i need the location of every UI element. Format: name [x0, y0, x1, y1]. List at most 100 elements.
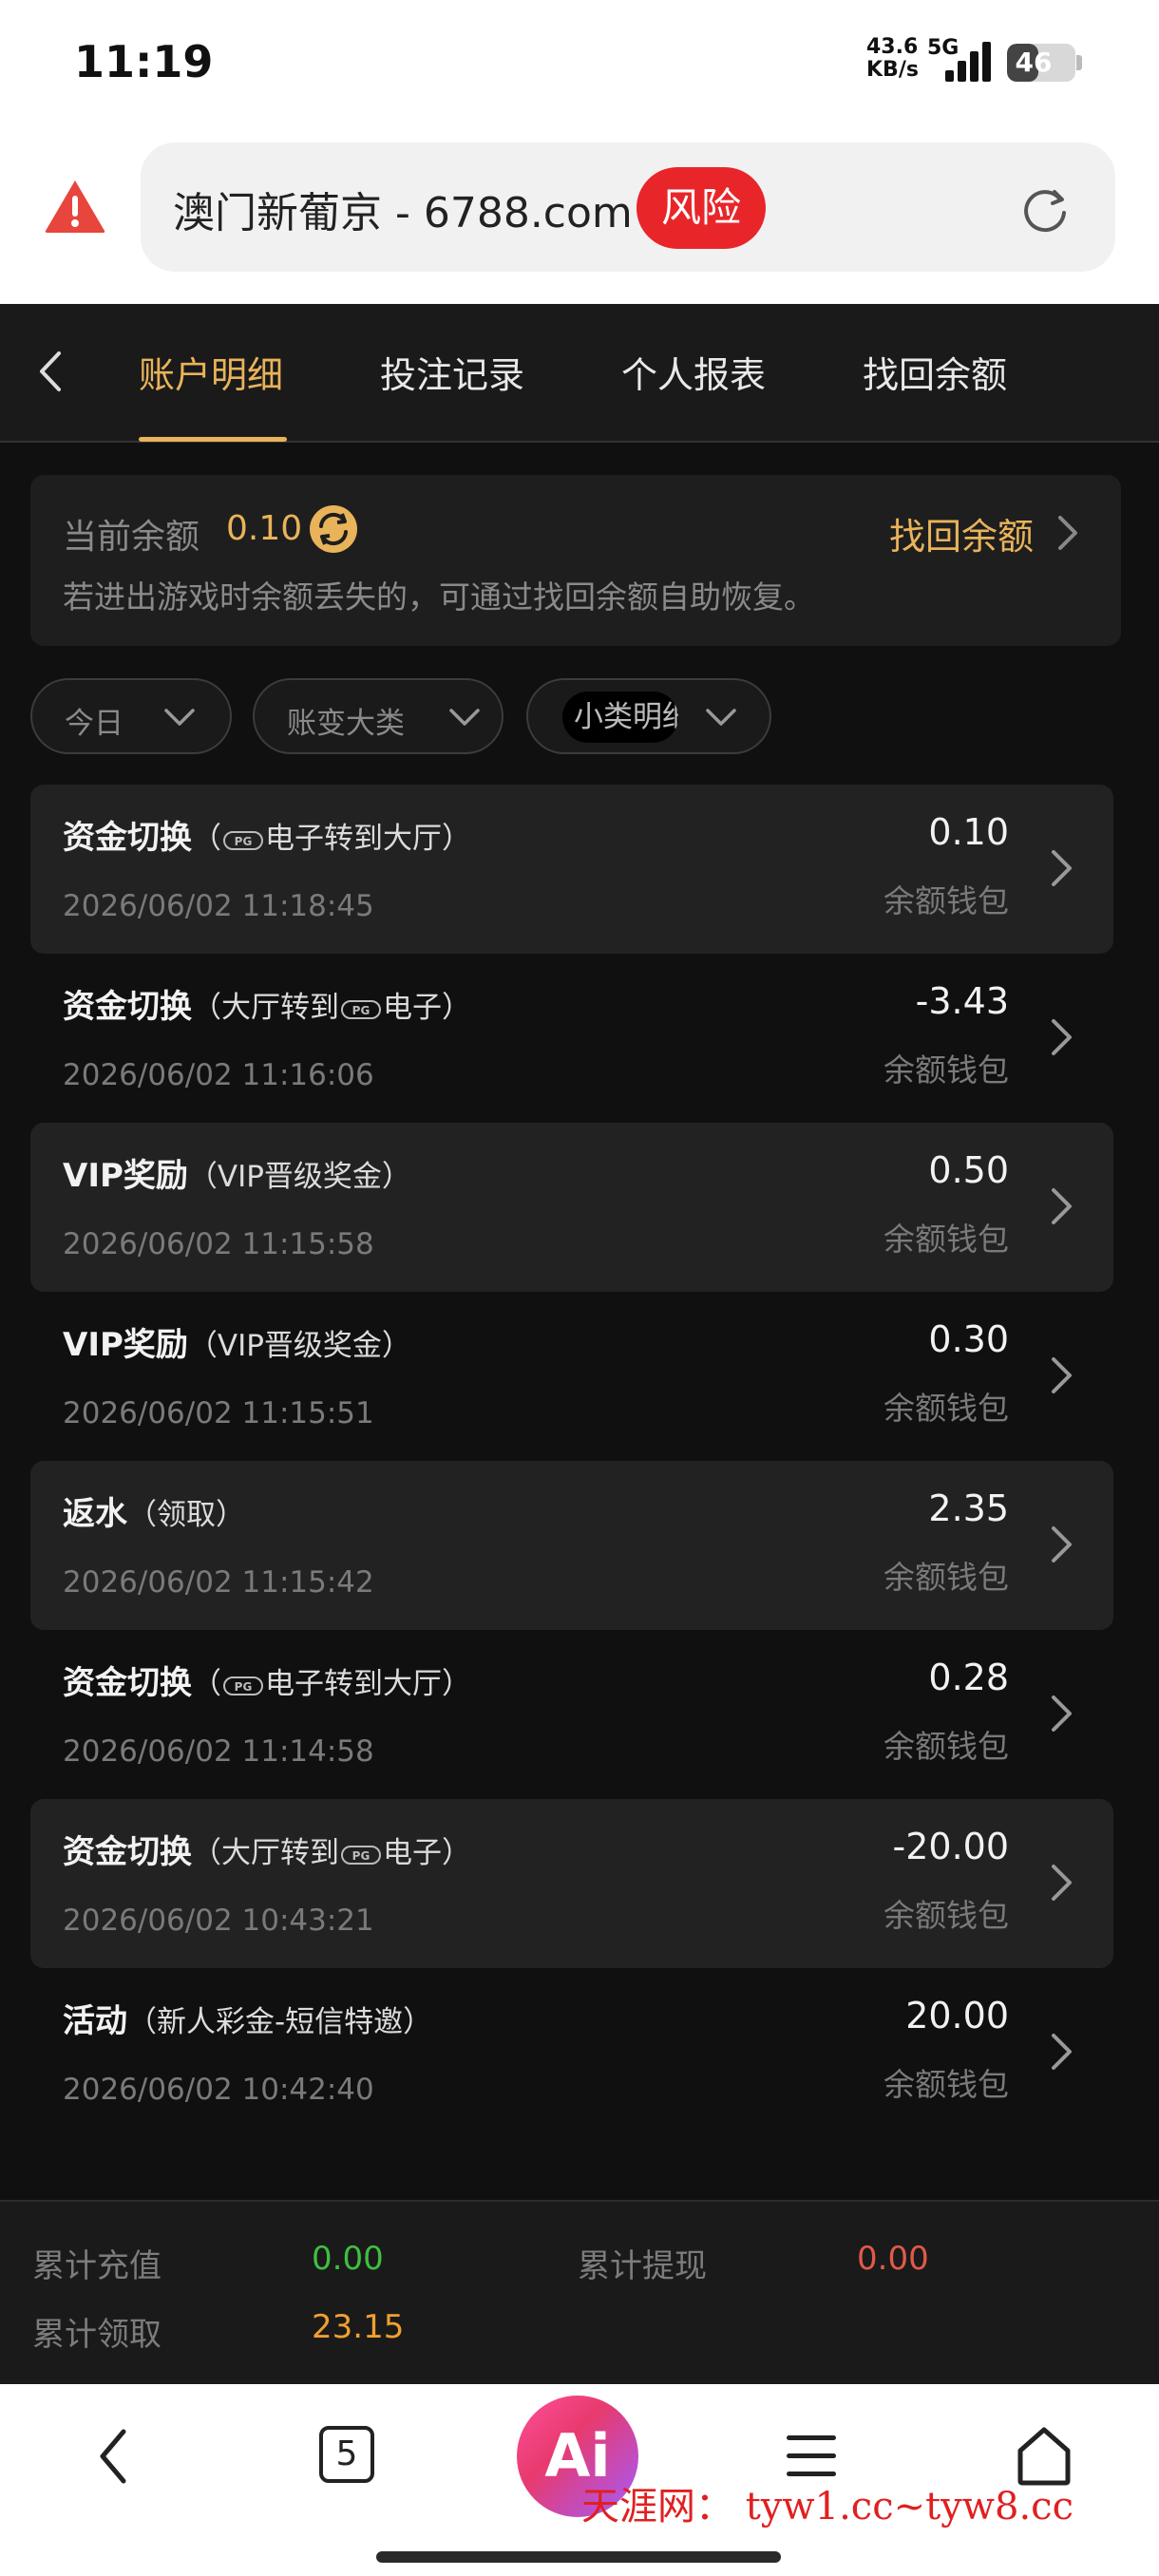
- chevron-right-icon: [1052, 1357, 1072, 1393]
- total-withdraw-value: 0.00: [857, 2240, 929, 2278]
- chevron-right-icon: [1052, 1695, 1072, 1732]
- transaction-amount: 0.50: [928, 1149, 1009, 1191]
- battery-tip: [1076, 55, 1082, 70]
- tab-bet-records[interactable]: 投注记录: [380, 346, 524, 398]
- watermark-text: 天涯网： tyw1.cc~tyw8.cc: [581, 2485, 1074, 2529]
- transaction-time: 2026/06/02 11:15:58: [63, 1227, 374, 1261]
- transaction-title: 资金切换（大厅转到 PG 电子）: [63, 988, 471, 1026]
- tab-account-details[interactable]: 账户明细: [139, 346, 283, 398]
- address-bar[interactable]: 澳门新葡京 - 6788.com 风险: [141, 142, 1115, 272]
- total-claimed-label: 累计领取: [32, 2316, 162, 2354]
- filter-subcategory[interactable]: 小类明细: [526, 678, 771, 754]
- transaction-wallet: 余额钱包: [884, 1559, 1009, 1596]
- chevron-right-icon: [1052, 1865, 1072, 1901]
- menu-icon[interactable]: [785, 2432, 838, 2481]
- pg-logo-icon: PG: [341, 1845, 381, 1865]
- transaction-wallet: 余额钱包: [884, 2066, 1009, 2103]
- transaction-row[interactable]: 返水（领取） 2026/06/02 11:15:42 2.35 余额钱包: [30, 1461, 1113, 1630]
- tab-bar: 账户明细 投注记录 个人报表 找回余额: [0, 304, 1159, 443]
- transaction-time: 2026/06/02 11:15:42: [63, 1565, 374, 1600]
- transaction-row[interactable]: 资金切换（大厅转到 PG 电子） 2026/06/02 11:16:06 -3.43…: [30, 954, 1113, 1123]
- transaction-time: 2026/06/02 11:16:06: [63, 1058, 374, 1092]
- tab-count-icon[interactable]: 5: [319, 2426, 374, 2483]
- risk-badge: 风险: [636, 167, 766, 249]
- recover-balance-link[interactable]: 找回余额: [889, 507, 1034, 559]
- signal-icon: [945, 40, 993, 82]
- url-text[interactable]: 澳门新葡京 - 6788.com: [173, 179, 633, 239]
- chevron-right-icon: [1052, 850, 1072, 886]
- chevron-right-icon: [1052, 2034, 1072, 2070]
- balance-note: 若进出游戏时余额丢失的，可通过找回余额自助恢复。: [63, 578, 815, 616]
- chevron-right-icon: [1052, 1526, 1072, 1563]
- transaction-title: 资金切换（ PG 电子转到大厅）: [63, 1664, 471, 1702]
- transaction-amount: 2.35: [928, 1487, 1009, 1529]
- summary-footer: 累计充值 0.00 累计提现 0.00 累计领取 23.15: [0, 2200, 1159, 2384]
- transaction-time: 2026/06/02 10:43:21: [63, 1904, 374, 1938]
- active-tab-indicator: [139, 437, 287, 442]
- balance-value: 0.10: [226, 509, 303, 548]
- transaction-row[interactable]: 资金切换（大厅转到 PG 电子） 2026/06/02 10:43:21 -20.0…: [30, 1799, 1113, 1968]
- filter-subcategory-label: 小类明细: [562, 691, 678, 743]
- svg-text:PG: PG: [235, 835, 253, 848]
- tab-personal-report[interactable]: 个人报表: [621, 346, 766, 398]
- filter-category[interactable]: 账变大类: [253, 678, 504, 754]
- balance-label: 当前余额: [63, 518, 200, 557]
- transaction-time: 2026/06/02 10:42:40: [63, 2073, 374, 2107]
- svg-text:PG: PG: [352, 1004, 370, 1017]
- transaction-amount: -20.00: [892, 1826, 1010, 1867]
- transaction-title: 活动（新人彩金-短信特邀）: [63, 2002, 433, 2040]
- chevron-down-icon: [706, 709, 736, 726]
- transaction-row[interactable]: VIP奖励（VIP晋级奖金） 2026/06/02 11:15:58 0.50 …: [30, 1123, 1113, 1292]
- transaction-amount: -3.43: [915, 980, 1009, 1022]
- browser-url-row: 澳门新葡京 - 6788.com 风险: [0, 133, 1159, 304]
- net-speed: 43.6 KB/s: [866, 35, 919, 82]
- warning-icon[interactable]: [44, 179, 106, 234]
- transaction-title: 资金切换（ PG 电子转到大厅）: [63, 819, 471, 857]
- transaction-wallet: 余额钱包: [884, 1390, 1009, 1427]
- svg-text:PG: PG: [352, 1849, 370, 1863]
- transaction-wallet: 余额钱包: [884, 882, 1009, 919]
- battery-icon: 46: [1007, 44, 1075, 82]
- transaction-time: 2026/06/02 11:18:45: [63, 889, 374, 923]
- transaction-row[interactable]: 资金切换（ PG 电子转到大厅） 2026/06/02 11:14:58 0.28 …: [30, 1630, 1113, 1799]
- chevron-down-icon: [449, 709, 480, 726]
- transaction-amount: 20.00: [905, 1995, 1009, 2036]
- refresh-balance-icon[interactable]: [308, 503, 359, 555]
- chevron-down-icon: [164, 709, 195, 726]
- transaction-wallet: 余额钱包: [884, 1221, 1009, 1258]
- transaction-wallet: 余额钱包: [884, 1728, 1009, 1765]
- browser-bottom-bar: 5 Ai 天涯网： tyw1.cc~tyw8.cc: [0, 2384, 1159, 2576]
- status-time: 11:19: [74, 36, 214, 87]
- filter-date-label: 今日: [65, 707, 124, 741]
- browser-back-icon[interactable]: [93, 2426, 135, 2487]
- total-deposit-label: 累计充值: [32, 2247, 162, 2285]
- balance-card: 当前余额 0.10 找回余额 若进出游戏时余额丢失的，可通过找回余额自助恢复。: [30, 475, 1121, 646]
- chevron-right-icon[interactable]: [1053, 513, 1081, 553]
- transaction-row[interactable]: VIP奖励（VIP晋级奖金） 2026/06/02 11:15:51 0.30 …: [30, 1292, 1113, 1461]
- transaction-wallet: 余额钱包: [884, 1051, 1009, 1089]
- transaction-time: 2026/06/02 11:14:58: [63, 1734, 374, 1769]
- transaction-amount: 0.28: [928, 1657, 1009, 1698]
- back-icon[interactable]: [32, 348, 70, 395]
- pg-logo-icon: PG: [223, 1676, 263, 1695]
- tab-recover-balance[interactable]: 找回余额: [863, 346, 1007, 398]
- transaction-title: VIP奖励（VIP晋级奖金）: [63, 1326, 411, 1364]
- chevron-right-icon: [1052, 1019, 1072, 1055]
- transaction-row[interactable]: 活动（新人彩金-短信特邀） 2026/06/02 10:42:40 20.00 …: [30, 1968, 1113, 2137]
- status-bar: 11:19 43.6 KB/s 5G 46: [0, 0, 1159, 133]
- pg-logo-icon: PG: [223, 830, 263, 850]
- transaction-title: 资金切换（大厅转到 PG 电子）: [63, 1833, 471, 1871]
- transaction-row[interactable]: 资金切换（ PG 电子转到大厅） 2026/06/02 11:18:45 0.10 …: [30, 785, 1113, 954]
- filter-category-label: 账变大类: [287, 707, 405, 741]
- total-deposit-value: 0.00: [312, 2240, 384, 2278]
- home-indicator[interactable]: [376, 2551, 781, 2563]
- total-claimed-value: 23.15: [312, 2308, 405, 2346]
- transaction-amount: 0.10: [928, 811, 1009, 853]
- reload-icon[interactable]: [1020, 184, 1070, 234]
- transaction-amount: 0.30: [928, 1318, 1009, 1360]
- filter-date[interactable]: 今日: [30, 678, 232, 754]
- transaction-time: 2026/06/02 11:15:51: [63, 1396, 374, 1430]
- svg-text:PG: PG: [235, 1680, 253, 1694]
- pg-logo-icon: PG: [341, 999, 381, 1019]
- total-withdraw-label: 累计提现: [578, 2247, 707, 2285]
